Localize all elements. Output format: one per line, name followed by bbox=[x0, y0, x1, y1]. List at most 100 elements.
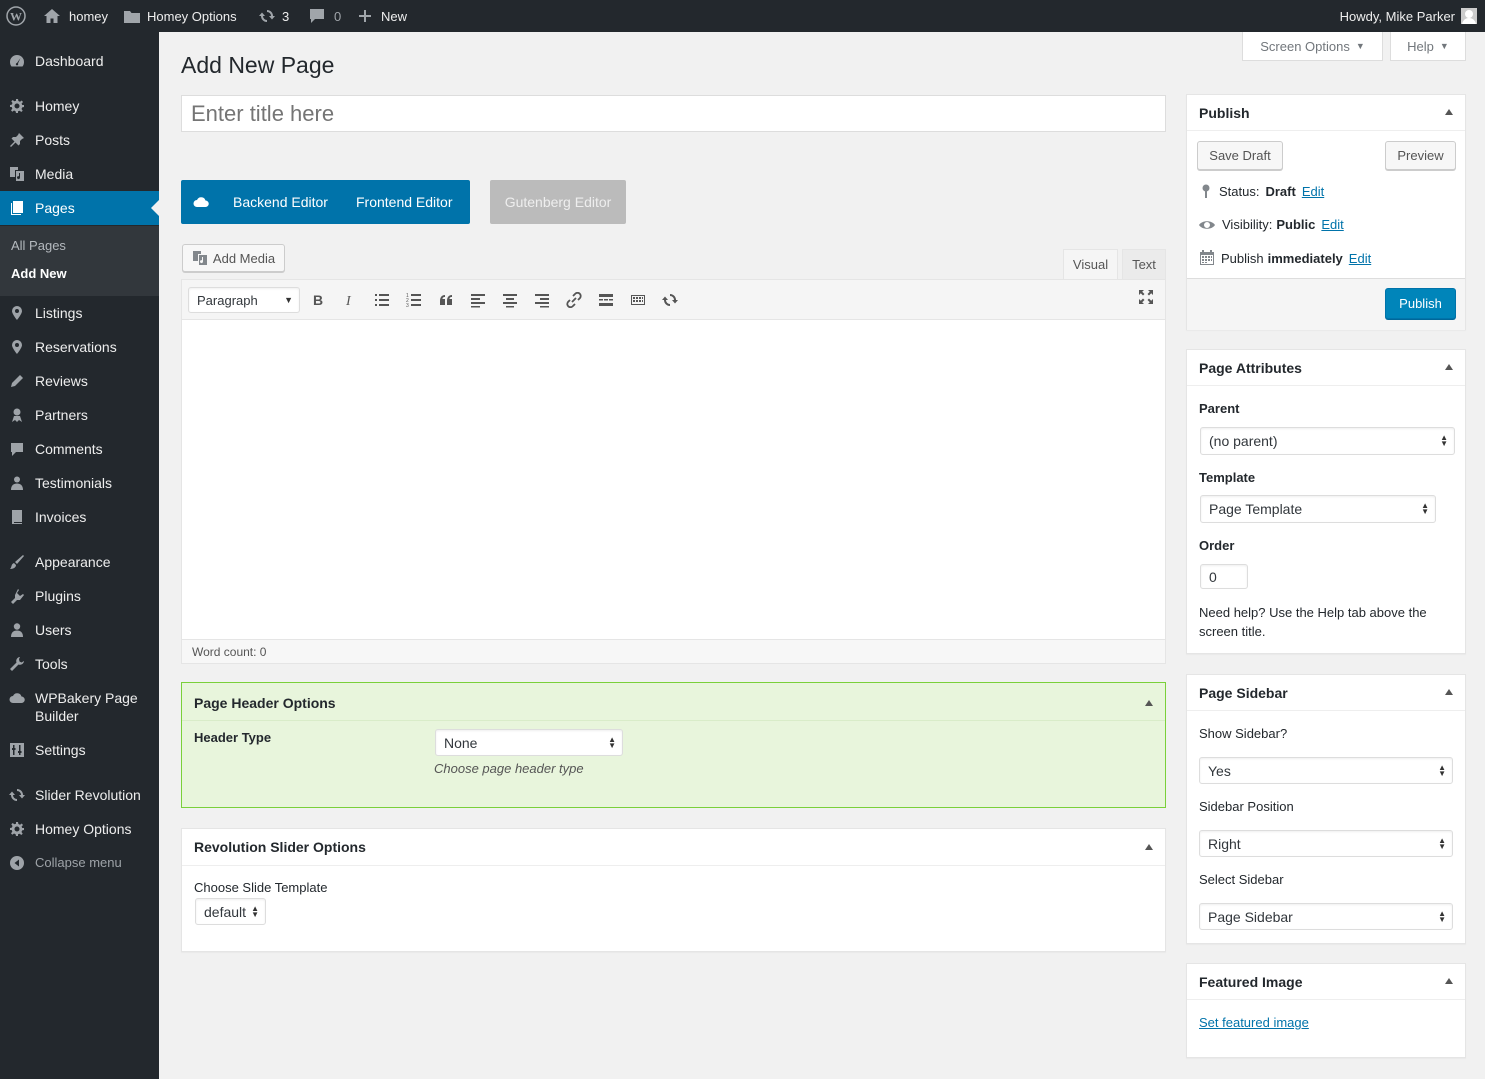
sidebar-item-homey-options[interactable]: Homey Options bbox=[0, 812, 159, 846]
homey-options-link[interactable]: Homey Options bbox=[123, 0, 237, 32]
sidebar-position-value: Right bbox=[1208, 835, 1241, 852]
collapse-arrow-icon[interactable] bbox=[1445, 689, 1453, 695]
submenu-add-new[interactable]: Add New bbox=[11, 266, 67, 281]
refresh-icon bbox=[8, 786, 26, 804]
publish-button[interactable]: Publish bbox=[1385, 288, 1456, 319]
edit-visibility-link[interactable]: Edit bbox=[1321, 217, 1343, 232]
frontend-editor-button[interactable]: Frontend Editor bbox=[356, 194, 453, 210]
add-media-button[interactable]: Add Media bbox=[182, 244, 285, 272]
order-input[interactable]: 0 bbox=[1200, 564, 1248, 589]
sidebar-item-label: Pages bbox=[35, 200, 75, 216]
collapse-arrow-icon[interactable] bbox=[1445, 978, 1453, 984]
featured-image-title[interactable]: Featured Image bbox=[1187, 964, 1465, 1000]
edit-publish-date-link[interactable]: Edit bbox=[1349, 251, 1371, 266]
sidebar-position-select[interactable]: Right ▲ ▼ bbox=[1199, 830, 1453, 857]
format-select[interactable]: Paragraph ▼ bbox=[188, 287, 300, 313]
sidebar-item-posts[interactable]: Posts bbox=[0, 123, 159, 157]
show-sidebar-value: Yes bbox=[1208, 762, 1231, 779]
select-arrows-icon: ▲ ▼ bbox=[1440, 433, 1448, 448]
sidebar-item-reviews[interactable]: Reviews bbox=[0, 364, 159, 398]
sidebar-position-label: Sidebar Position bbox=[1199, 799, 1294, 814]
page-sidebar-title[interactable]: Page Sidebar bbox=[1187, 675, 1465, 711]
collapse-arrow-icon[interactable] bbox=[1445, 364, 1453, 370]
page-attributes-title[interactable]: Page Attributes bbox=[1187, 350, 1465, 386]
site-name-link[interactable]: homey bbox=[43, 0, 108, 32]
gutenberg-editor-button[interactable]: Gutenberg Editor bbox=[490, 180, 626, 224]
publish-title[interactable]: Publish bbox=[1187, 95, 1465, 131]
sidebar-item-appearance[interactable]: Appearance bbox=[0, 545, 159, 579]
updates-icon bbox=[259, 10, 275, 22]
template-select[interactable]: Page Template ▲ ▼ bbox=[1200, 495, 1436, 523]
toolbar-toggle-icon[interactable] bbox=[628, 290, 648, 310]
wordpress-logo-icon[interactable]: W bbox=[6, 0, 26, 32]
collapse-arrow-icon[interactable] bbox=[1145, 700, 1153, 706]
collapse-menu-button[interactable]: Collapse menu bbox=[0, 846, 159, 880]
align-left-icon[interactable] bbox=[468, 290, 488, 310]
new-content-link[interactable]: New bbox=[357, 0, 407, 32]
sidebar-item-invoices[interactable]: Invoices bbox=[0, 500, 159, 534]
bullet-list-icon[interactable] bbox=[372, 290, 392, 310]
slide-template-select[interactable]: default ▲ ▼ bbox=[195, 898, 266, 925]
help-button[interactable]: Help ▼ bbox=[1390, 32, 1466, 61]
sidebar-item-partners[interactable]: Partners bbox=[0, 398, 159, 432]
collapse-arrow-icon[interactable] bbox=[1145, 844, 1153, 850]
align-right-icon[interactable] bbox=[532, 290, 552, 310]
page-sidebar-box: Page Sidebar Show Sidebar? Yes ▲ ▼ Sideba… bbox=[1186, 674, 1466, 944]
sidebar-item-homey[interactable]: Homey bbox=[0, 89, 159, 123]
select-arrows-icon: ▲ ▼ bbox=[608, 734, 616, 750]
sidebar-item-comments[interactable]: Comments bbox=[0, 432, 159, 466]
sidebar-item-media[interactable]: Media bbox=[0, 157, 159, 191]
sidebar-item-users[interactable]: Users bbox=[0, 613, 159, 647]
slide-template-label: Choose Slide Template bbox=[194, 880, 328, 895]
insert-link-icon[interactable] bbox=[564, 290, 584, 310]
refresh-icon[interactable] bbox=[660, 290, 680, 310]
blockquote-icon[interactable] bbox=[436, 290, 456, 310]
tab-text[interactable]: Text bbox=[1122, 249, 1166, 279]
screen-options-button[interactable]: Screen Options ▼ bbox=[1242, 32, 1383, 61]
header-type-select[interactable]: None ▲ ▼ bbox=[435, 729, 623, 756]
sidebar-item-slider-revolution[interactable]: Slider Revolution bbox=[0, 778, 159, 812]
numbered-list-icon[interactable]: 123 bbox=[404, 290, 424, 310]
plugin-icon bbox=[8, 587, 26, 605]
editor-content-area[interactable] bbox=[182, 321, 1165, 639]
fullscreen-icon[interactable] bbox=[1136, 287, 1156, 307]
backend-editor-button[interactable]: Backend Editor bbox=[233, 194, 328, 210]
status-row: Status: Draft Edit bbox=[1199, 183, 1324, 199]
submenu-all-pages[interactable]: All Pages bbox=[11, 238, 66, 253]
my-account-link[interactable]: Howdy, Mike Parker bbox=[1340, 0, 1477, 32]
revolution-slider-title[interactable]: Revolution Slider Options bbox=[182, 829, 1165, 866]
updates-link[interactable]: 3 bbox=[258, 0, 289, 32]
sidebar-item-testimonials[interactable]: Testimonials bbox=[0, 466, 159, 500]
preview-button[interactable]: Preview bbox=[1385, 141, 1456, 170]
sidebar-item-tools[interactable]: Tools bbox=[0, 647, 159, 681]
set-featured-image-link[interactable]: Set featured image bbox=[1199, 1015, 1309, 1030]
parent-select[interactable]: (no parent) ▲ ▼ bbox=[1200, 427, 1455, 455]
sidebar-item-settings[interactable]: Settings bbox=[0, 733, 159, 767]
publish-box: Publish Save Draft Preview Status: Draft… bbox=[1186, 94, 1466, 330]
select-sidebar-select[interactable]: Page Sidebar ▲ ▼ bbox=[1199, 903, 1453, 930]
title-input[interactable] bbox=[181, 95, 1166, 132]
publish-label: Publish bbox=[1221, 250, 1264, 266]
sidebar-item-listings[interactable]: Listings bbox=[0, 296, 159, 330]
sidebar-item-label: Testimonials bbox=[35, 475, 113, 491]
edit-status-link[interactable]: Edit bbox=[1302, 184, 1324, 199]
align-center-icon[interactable] bbox=[500, 290, 520, 310]
collapse-arrow-icon[interactable] bbox=[1445, 109, 1453, 115]
template-value: Page Template bbox=[1209, 501, 1303, 517]
italic-icon[interactable]: I bbox=[340, 290, 360, 310]
sidebar-item-reservations[interactable]: Reservations bbox=[0, 330, 159, 364]
save-draft-button[interactable]: Save Draft bbox=[1197, 141, 1283, 170]
sidebar-item-plugins[interactable]: Plugins bbox=[0, 579, 159, 613]
sidebar-item-dashboard[interactable]: Dashboard bbox=[0, 44, 159, 78]
tab-visual[interactable]: Visual bbox=[1063, 249, 1118, 279]
page-header-options-title[interactable]: Page Header Options bbox=[182, 683, 1165, 721]
sidebar-item-label: Posts bbox=[35, 132, 71, 148]
sidebar-item-pages[interactable]: Pages bbox=[0, 191, 159, 225]
dropdown-arrow-icon: ▼ bbox=[284, 295, 293, 305]
comments-link[interactable]: 0 bbox=[308, 0, 341, 32]
show-sidebar-select[interactable]: Yes ▲ ▼ bbox=[1199, 757, 1453, 784]
read-more-icon[interactable] bbox=[596, 290, 616, 310]
bold-icon[interactable]: B bbox=[308, 290, 328, 310]
sidebar-item-wpbakery[interactable]: WPBakery Page Builder bbox=[0, 681, 159, 733]
location-icon bbox=[8, 304, 26, 322]
